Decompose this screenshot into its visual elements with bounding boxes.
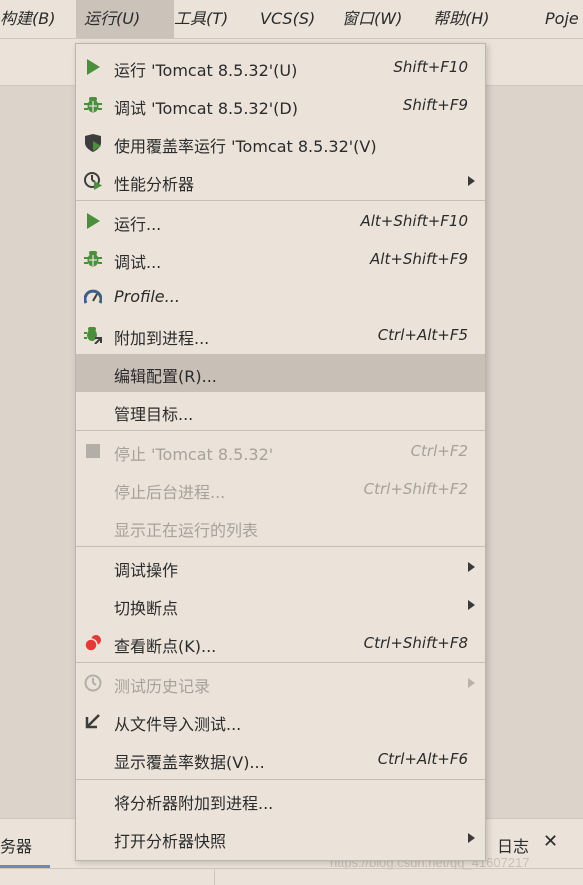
coverage-shield-icon	[85, 134, 101, 152]
attach-bug-icon	[84, 327, 102, 344]
submenu-arrow-icon	[468, 600, 475, 610]
menu-tools[interactable]: 工具(T)	[166, 0, 236, 38]
submenu-arrow-icon	[468, 678, 475, 688]
tab-log[interactable]: 日志	[497, 833, 529, 857]
menu-item-label: 打开分析器快照	[114, 832, 227, 851]
menu-item-stop-background[interactable]: 停止后台进程... Ctrl+Shift+F2	[76, 470, 485, 508]
menu-bar: 构建(B) 运行(U) 工具(T) VCS(S) 窗口(W) 帮助(H) Poj…	[0, 0, 583, 39]
bug-icon	[84, 97, 102, 113]
menu-item-label: 调试...	[114, 253, 162, 272]
menu-item-label: 将分析器附加到进程...	[114, 794, 274, 813]
menu-item-shortcut: Alt+Shift+F9	[370, 250, 468, 268]
menu-item-manage-targets[interactable]: 管理目标...	[76, 392, 485, 430]
menu-item-label: 运行 'Tomcat 8.5.32'(U)	[114, 61, 298, 80]
gauge-icon	[84, 289, 102, 304]
menu-item-shortcut: Shift+F9	[402, 96, 468, 114]
history-clock-icon	[84, 674, 102, 692]
profiler-clock-icon	[84, 172, 102, 190]
menu-item-open-profiler-snapshot[interactable]: 打开分析器快照	[76, 819, 485, 857]
close-icon[interactable]: ✕	[543, 831, 558, 852]
menu-item-run-dialog[interactable]: 运行... Alt+Shift+F10	[76, 202, 485, 240]
menu-item-show-coverage-data[interactable]: 显示覆盖率数据(V)... Ctrl+Alt+F6	[76, 740, 485, 778]
menu-item-label: 显示正在运行的列表	[114, 521, 259, 540]
play-icon	[87, 59, 100, 75]
bug-icon	[84, 251, 102, 267]
menu-item-shortcut: Ctrl+F2	[410, 442, 468, 460]
play-icon	[87, 213, 100, 229]
menu-item-label: 性能分析器	[114, 175, 195, 194]
menu-window[interactable]: 窗口(W)	[334, 0, 410, 38]
menu-item-label: 停止 'Tomcat 8.5.32'	[114, 445, 274, 464]
menu-separator	[76, 430, 485, 431]
menu-vcs[interactable]: VCS(S)	[252, 0, 323, 38]
menu-run[interactable]: 运行(U)	[76, 0, 174, 38]
bottom-panel	[0, 868, 583, 885]
menu-item-debug-actions[interactable]: 调试操作	[76, 548, 485, 586]
tab-server[interactable]: 务器	[0, 833, 32, 857]
menu-item-label: 显示覆盖率数据(V)...	[114, 753, 265, 772]
menu-project[interactable]: Poje	[537, 0, 583, 38]
menu-item-label: 查看断点(K)...	[114, 637, 217, 656]
panel-divider	[214, 869, 215, 885]
menu-item-shortcut: Shift+F10	[393, 58, 468, 76]
menu-item-shortcut: Ctrl+Shift+F8	[363, 634, 468, 652]
submenu-arrow-icon	[468, 562, 475, 572]
menu-item-run-tomcat[interactable]: 运行 'Tomcat 8.5.32'(U) Shift+F10	[76, 48, 485, 86]
menu-item-toggle-breakpoint[interactable]: 切换断点	[76, 586, 485, 624]
menu-separator	[76, 200, 485, 201]
menu-item-label: 调试操作	[114, 561, 179, 580]
menu-item-run-with-coverage[interactable]: 使用覆盖率运行 'Tomcat 8.5.32'(V)	[76, 124, 485, 162]
menu-item-label: 使用覆盖率运行 'Tomcat 8.5.32'(V)	[114, 137, 377, 156]
menu-item-attach-to-process[interactable]: 附加到进程... Ctrl+Alt+F5	[76, 316, 485, 354]
menu-item-label: 切换断点	[114, 599, 179, 618]
menu-item-debug-dialog[interactable]: 调试... Alt+Shift+F9	[76, 240, 485, 278]
menu-item-label: 停止后台进程...	[114, 483, 226, 502]
import-arrow-icon	[85, 714, 100, 729]
menu-item-stop-tomcat[interactable]: 停止 'Tomcat 8.5.32' Ctrl+F2	[76, 432, 485, 470]
menu-item-label: 编辑配置(R)...	[114, 367, 217, 386]
menu-separator	[76, 546, 485, 547]
menu-item-show-running-list[interactable]: 显示正在运行的列表	[76, 508, 485, 546]
menu-item-debug-tomcat[interactable]: 调试 'Tomcat 8.5.32'(D) Shift+F9	[76, 86, 485, 124]
menu-item-label: 调试 'Tomcat 8.5.32'(D)	[114, 99, 298, 118]
submenu-arrow-icon	[468, 176, 475, 186]
menu-item-test-history[interactable]: 测试历史记录	[76, 664, 485, 702]
stop-icon	[86, 444, 100, 458]
menu-item-shortcut: Ctrl+Alt+F6	[377, 750, 468, 768]
menu-build[interactable]: 构建(B)	[0, 0, 63, 38]
menu-item-edit-configurations[interactable]: 编辑配置(R)...	[76, 354, 485, 392]
menu-item-profile[interactable]: Profile...	[76, 278, 485, 316]
menu-item-label: 管理目标...	[114, 405, 194, 424]
menu-item-label: 测试历史记录	[114, 677, 211, 696]
menu-item-import-tests[interactable]: 从文件导入测试...	[76, 702, 485, 740]
menu-item-shortcut: Ctrl+Alt+F5	[377, 326, 468, 344]
submenu-arrow-icon	[468, 833, 475, 843]
menu-item-label: Profile...	[114, 287, 180, 306]
menu-item-profiler[interactable]: 性能分析器	[76, 162, 485, 200]
menu-item-shortcut: Alt+Shift+F10	[360, 212, 468, 230]
menu-item-attach-profiler[interactable]: 将分析器附加到进程...	[76, 781, 485, 819]
menu-separator	[76, 662, 485, 663]
run-menu-dropdown: 运行 'Tomcat 8.5.32'(U) Shift+F10 调试 'Tomc…	[75, 43, 486, 861]
menu-item-label: 附加到进程...	[114, 329, 210, 348]
menu-item-label: 运行...	[114, 215, 162, 234]
menu-item-label: 从文件导入测试...	[114, 715, 242, 734]
menu-item-view-breakpoints[interactable]: 查看断点(K)... Ctrl+Shift+F8	[76, 624, 485, 662]
menu-item-shortcut: Ctrl+Shift+F2	[363, 480, 468, 498]
menu-help[interactable]: 帮助(H)	[425, 0, 498, 38]
menu-separator	[76, 779, 485, 780]
breakpoints-icon	[84, 635, 101, 652]
